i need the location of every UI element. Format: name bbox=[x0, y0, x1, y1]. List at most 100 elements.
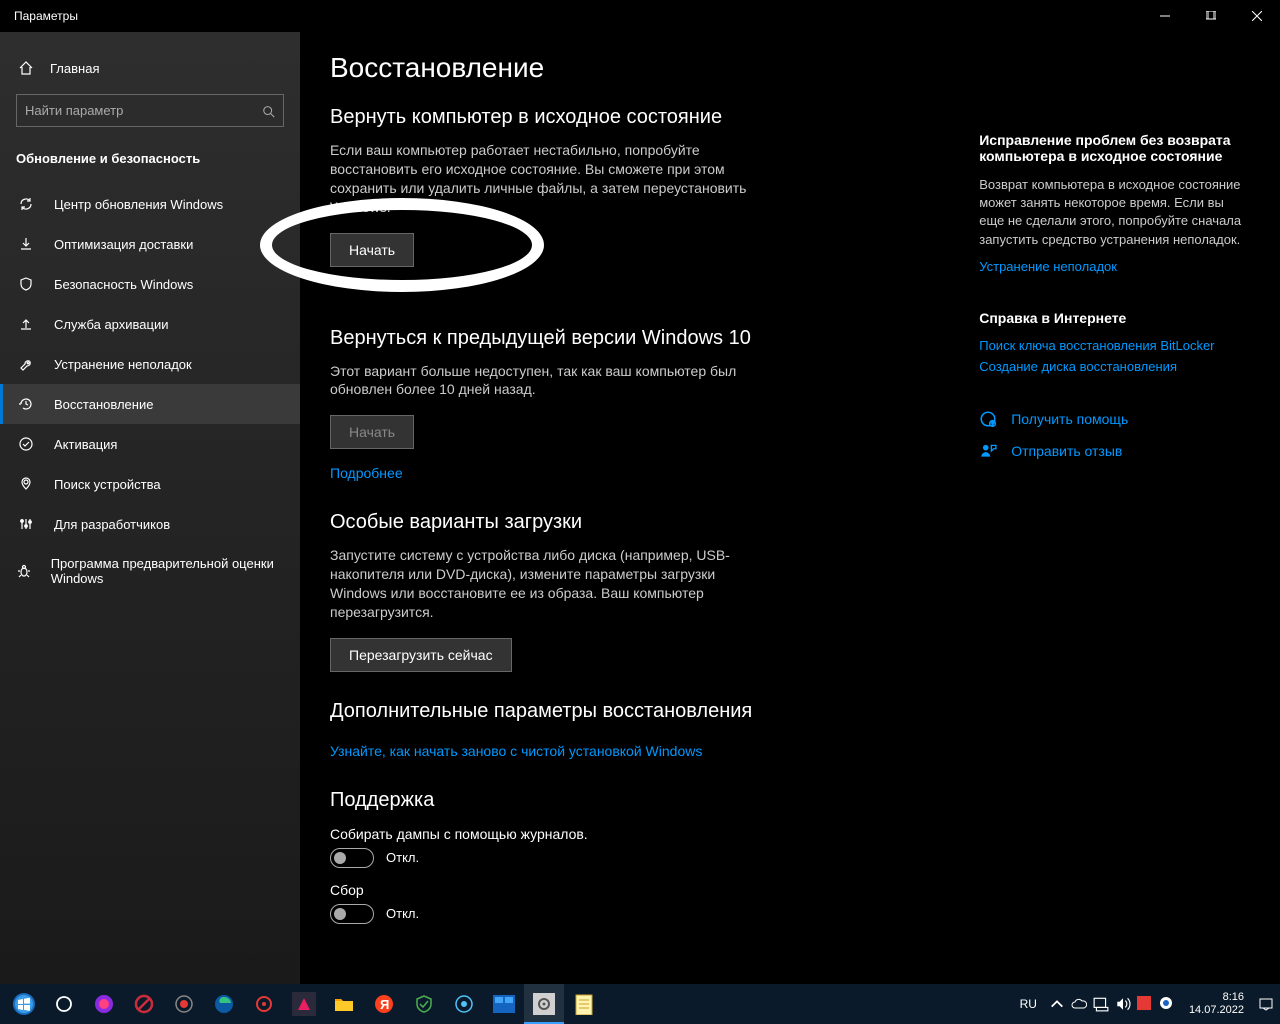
taskbar-cortana[interactable] bbox=[44, 984, 84, 1024]
taskbar-settings[interactable] bbox=[524, 984, 564, 1024]
restart-now-button[interactable]: Перезагрузить сейчас bbox=[330, 638, 512, 672]
svg-text:Я: Я bbox=[380, 997, 389, 1012]
sidebar-item-label: Оптимизация доставки bbox=[54, 237, 193, 252]
sidebar-item-label: Восстановление bbox=[54, 397, 153, 412]
tray-clock[interactable]: 8:16 14.07.2022 bbox=[1181, 991, 1252, 1017]
wrench-icon bbox=[16, 356, 36, 372]
goback-more-link[interactable]: Подробнее bbox=[330, 465, 403, 481]
start-button[interactable] bbox=[4, 984, 44, 1024]
aside-fix-link[interactable]: Устранение неполадок bbox=[979, 259, 1250, 274]
taskbar-app-1[interactable] bbox=[84, 984, 124, 1024]
tray-time: 8:16 bbox=[1189, 991, 1244, 1004]
yandex-icon: Я bbox=[374, 994, 394, 1014]
dump-toggle-state: Откл. bbox=[386, 850, 419, 865]
sidebar-item-recovery[interactable]: Восстановление bbox=[0, 384, 300, 424]
minimize-button[interactable] bbox=[1142, 0, 1188, 32]
taskbar-edge[interactable] bbox=[204, 984, 244, 1024]
taskbar-explorer[interactable] bbox=[324, 984, 364, 1024]
tray-volume-icon[interactable] bbox=[1115, 996, 1131, 1012]
edge-icon bbox=[214, 994, 234, 1014]
dump-label: Собирать дампы с помощью журналов. bbox=[330, 826, 939, 842]
tray-date: 14.07.2022 bbox=[1189, 1004, 1244, 1017]
sidebar-item-windows-update[interactable]: Центр обновления Windows bbox=[0, 184, 300, 224]
upload-icon bbox=[16, 316, 36, 332]
page-title: Восстановление bbox=[330, 52, 939, 84]
taskbar-app-10[interactable] bbox=[484, 984, 524, 1024]
sidebar-item-label: Служба архивации bbox=[54, 317, 169, 332]
taskbar-app-9[interactable] bbox=[444, 984, 484, 1024]
bug-icon bbox=[16, 563, 33, 579]
get-help-link[interactable]: ? Получить помощь bbox=[979, 410, 1250, 428]
feedback-icon bbox=[979, 442, 999, 460]
tray-network-icon[interactable] bbox=[1093, 996, 1109, 1012]
home-icon bbox=[16, 60, 36, 76]
sidebar-item-windows-security[interactable]: Безопасность Windows bbox=[0, 264, 300, 304]
aside-bitlocker-link[interactable]: Поиск ключа восстановления BitLocker bbox=[979, 338, 1250, 353]
sidebar-item-windows-insider[interactable]: Программа предварительной оценки Windows bbox=[0, 544, 300, 598]
location-icon bbox=[16, 476, 36, 492]
sidebar-item-delivery-optimization[interactable]: Оптимизация доставки bbox=[0, 224, 300, 264]
sidebar-item-label: Программа предварительной оценки Windows bbox=[51, 556, 284, 586]
get-help-label: Получить помощь bbox=[1011, 411, 1128, 427]
app-icon bbox=[292, 992, 316, 1016]
taskbar-yandex[interactable]: Я bbox=[364, 984, 404, 1024]
more-recovery-heading: Дополнительные параметры восстановления bbox=[330, 700, 939, 723]
window-title: Параметры bbox=[14, 9, 78, 23]
gear-red-icon bbox=[254, 994, 274, 1014]
shield-green-icon bbox=[414, 994, 434, 1014]
advanced-heading: Особые варианты загрузки bbox=[330, 511, 939, 534]
taskbar: Я RU 8:16 14.07.2022 bbox=[0, 984, 1280, 1024]
sidebar-item-label: Центр обновления Windows bbox=[54, 197, 223, 212]
taskbar-app-8[interactable] bbox=[404, 984, 444, 1024]
sidebar-section-title: Обновление и безопасность bbox=[0, 141, 300, 184]
taskbar-app-2[interactable] bbox=[124, 984, 164, 1024]
taskbar-notepad[interactable] bbox=[564, 984, 604, 1024]
app-icon bbox=[493, 995, 515, 1013]
reset-start-button[interactable]: Начать bbox=[330, 233, 414, 267]
aside-fix-heading: Исправление проблем без возврата компьют… bbox=[979, 132, 1250, 164]
sidebar-item-backup[interactable]: Служба архивации bbox=[0, 304, 300, 344]
aside-recovery-drive-link[interactable]: Создание диска восстановления bbox=[979, 359, 1250, 374]
download-icon bbox=[16, 236, 36, 252]
maximize-button[interactable] bbox=[1188, 0, 1234, 32]
sidebar-item-find-my-device[interactable]: Поиск устройства bbox=[0, 464, 300, 504]
close-button[interactable] bbox=[1234, 0, 1280, 32]
tray-notifications-icon[interactable] bbox=[1258, 996, 1274, 1012]
close-icon bbox=[1252, 11, 1262, 21]
search-icon bbox=[262, 102, 276, 118]
support-heading: Поддержка bbox=[330, 789, 939, 812]
taskbar-app-5[interactable] bbox=[244, 984, 284, 1024]
circle-icon bbox=[55, 995, 73, 1013]
app-icon bbox=[454, 994, 474, 1014]
sidebar-item-label: Устранение неполадок bbox=[54, 357, 192, 372]
tray-language[interactable]: RU bbox=[1014, 997, 1043, 1011]
shield-icon bbox=[16, 276, 36, 292]
history-icon bbox=[16, 396, 36, 412]
check-circle-icon bbox=[16, 436, 36, 452]
tray-app2-icon[interactable] bbox=[1159, 996, 1175, 1012]
sidebar-item-troubleshoot[interactable]: Устранение неполадок bbox=[0, 344, 300, 384]
tray-app-icon[interactable] bbox=[1137, 996, 1153, 1012]
taskbar-app-3[interactable] bbox=[164, 984, 204, 1024]
tray-onedrive-icon[interactable] bbox=[1071, 996, 1087, 1012]
tray-chevron-up-icon[interactable] bbox=[1049, 996, 1065, 1012]
dump-toggle[interactable] bbox=[330, 848, 374, 868]
collect-label: Сбор bbox=[330, 882, 939, 898]
fresh-start-link[interactable]: Узнайте, как начать заново с чистой уста… bbox=[330, 743, 702, 759]
collect-toggle[interactable] bbox=[330, 904, 374, 924]
sidebar: Главная Обновление и безопасность Центр … bbox=[0, 32, 300, 984]
home-row[interactable]: Главная bbox=[0, 50, 300, 94]
sync-icon bbox=[16, 196, 36, 212]
app-icon bbox=[94, 994, 114, 1014]
aside-help-heading: Справка в Интернете bbox=[979, 310, 1250, 326]
sidebar-item-activation[interactable]: Активация bbox=[0, 424, 300, 464]
search-input[interactable] bbox=[16, 94, 284, 127]
feedback-link[interactable]: Отправить отзыв bbox=[979, 442, 1250, 460]
taskbar-app-6[interactable] bbox=[284, 984, 324, 1024]
reset-body: Если ваш компьютер работает нестабильно,… bbox=[330, 141, 750, 217]
windows-start-icon bbox=[12, 992, 36, 1016]
help-icon: ? bbox=[979, 410, 999, 428]
sidebar-item-label: Активация bbox=[54, 437, 117, 452]
collect-toggle-state: Откл. bbox=[386, 906, 419, 921]
sidebar-item-for-developers[interactable]: Для разработчиков bbox=[0, 504, 300, 544]
